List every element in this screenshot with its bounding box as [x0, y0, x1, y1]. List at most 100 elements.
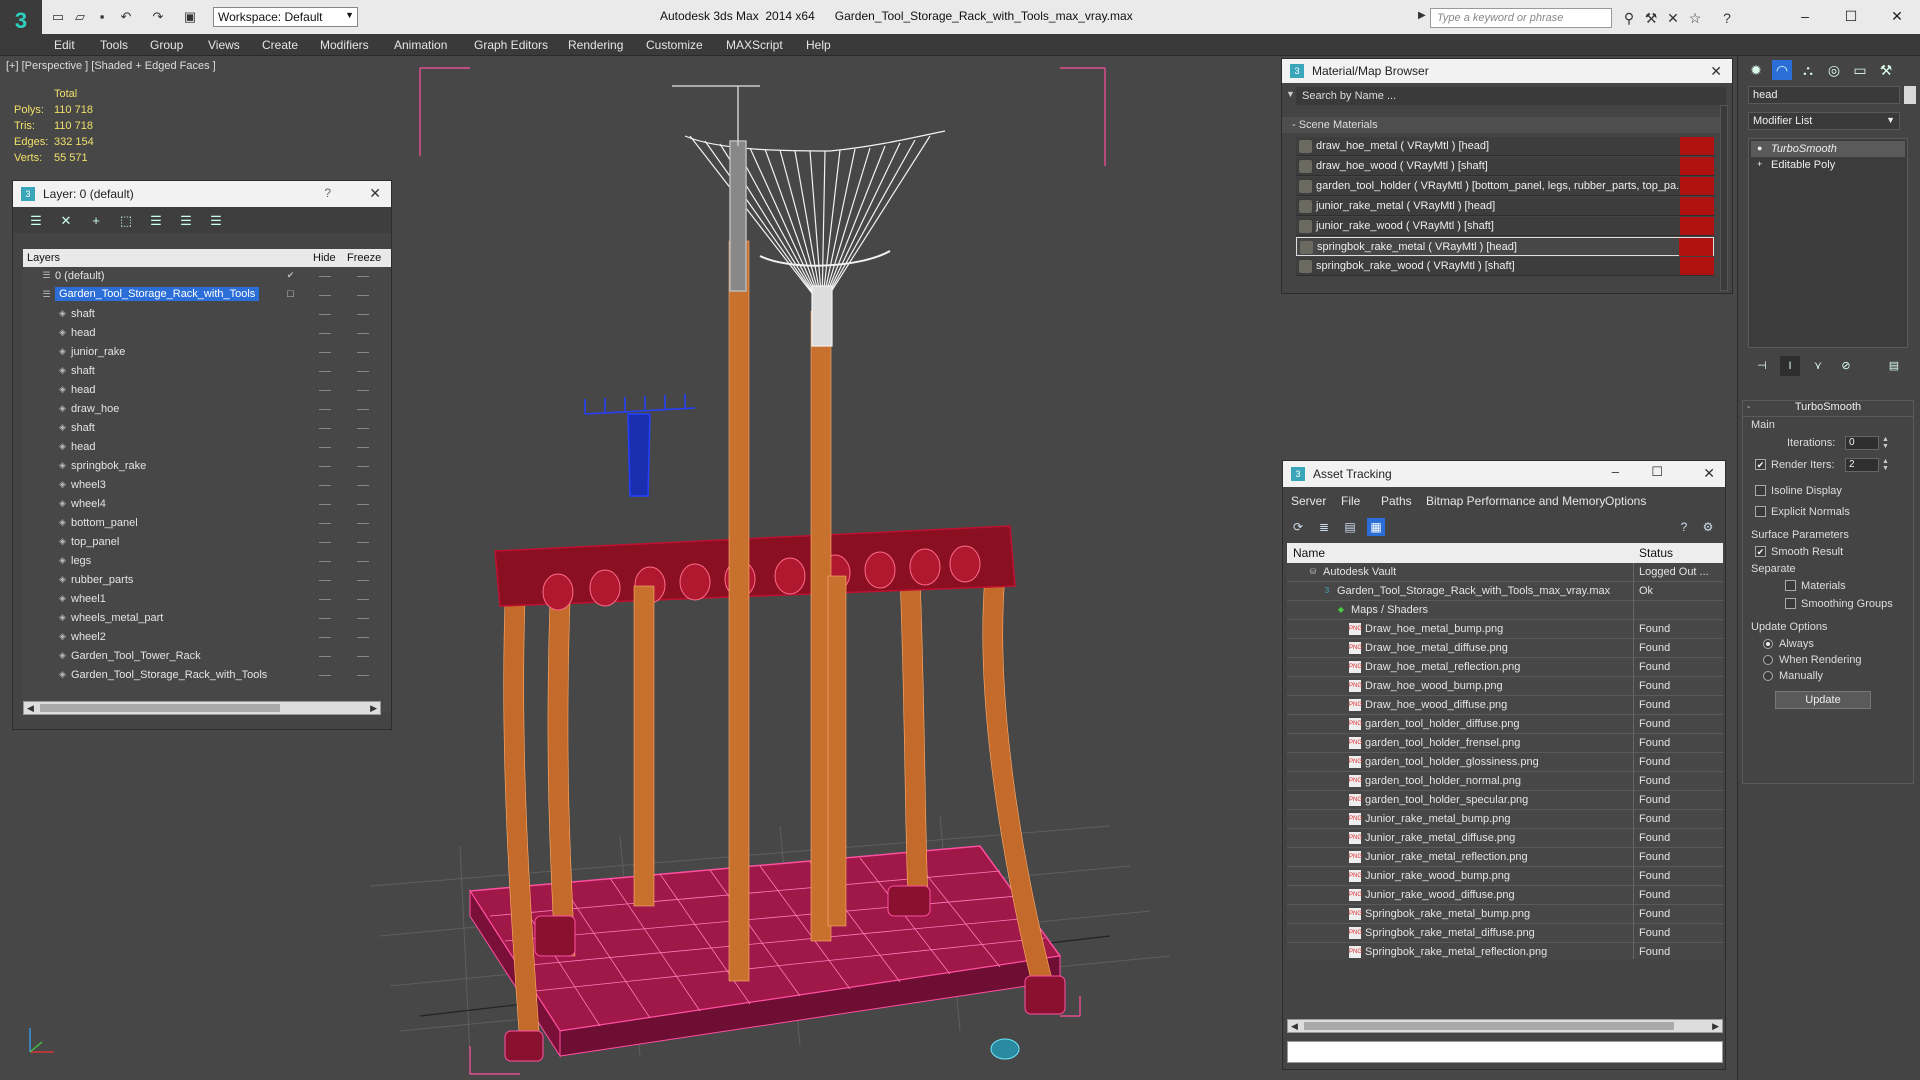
open-file-icon[interactable]: ▱ — [72, 9, 88, 25]
hide-toggle[interactable] — [319, 276, 331, 277]
asset-row[interactable]: PNG Junior_rake_metal_diffuse.png Found — [1287, 829, 1723, 848]
menu-graph-editors[interactable]: Graph Editors — [474, 38, 548, 52]
hide-toggle[interactable] — [319, 485, 331, 486]
layer-row[interactable]: ◈ head — [23, 381, 391, 400]
display-tab-icon[interactable]: ▭ — [1850, 60, 1870, 80]
scrollbar-thumb[interactable] — [40, 704, 280, 712]
layer-row[interactable]: ◈ legs — [23, 552, 391, 571]
create-tab-icon[interactable]: ✹ — [1746, 60, 1766, 80]
project-folder-icon[interactable]: ▣ — [182, 9, 198, 25]
freeze-toggle[interactable] — [357, 428, 369, 429]
asset-row[interactable]: PNG Draw_hoe_wood_bump.png Found — [1287, 677, 1723, 696]
freeze-all-layers-icon[interactable]: ☰ — [207, 212, 225, 230]
save-file-icon[interactable]: ▪ — [94, 9, 110, 25]
new-layer-icon[interactable]: ☰ — [27, 212, 45, 230]
menu-create[interactable]: Create — [262, 38, 298, 52]
object-name-field[interactable]: head — [1748, 86, 1900, 104]
object-color-swatch[interactable] — [1904, 86, 1916, 104]
freeze-toggle[interactable] — [357, 618, 369, 619]
show-end-result-icon[interactable]: I — [1780, 356, 1800, 376]
settings-icon[interactable]: ⚙ — [1699, 518, 1717, 536]
layer-row[interactable]: ◈ shaft — [23, 305, 391, 324]
hide-toggle[interactable] — [319, 561, 331, 562]
freeze-toggle[interactable] — [357, 276, 369, 277]
freeze-toggle[interactable] — [357, 314, 369, 315]
layer-row[interactable]: ◈ shaft — [23, 362, 391, 381]
isoline-display-checkbox[interactable] — [1755, 485, 1766, 496]
pin-stack-icon[interactable]: ⊣ — [1752, 356, 1772, 376]
hide-toggle[interactable] — [319, 504, 331, 505]
material-item[interactable]: junior_rake_metal ( VRayMtl ) [head] — [1296, 197, 1714, 216]
close-icon[interactable]: ✕ — [369, 185, 381, 202]
menu-help[interactable]: Help — [806, 38, 831, 52]
menu-views[interactable]: Views — [208, 38, 240, 52]
active-layer-check-icon[interactable]: ✔ — [285, 270, 296, 281]
minimize-icon[interactable]: – — [1612, 464, 1619, 479]
asset-menu-server[interactable]: Server — [1291, 494, 1326, 508]
spinner-arrows-icon[interactable]: ▲ ▼ — [1882, 436, 1889, 450]
binoculars-icon[interactable]: ⚲ — [1620, 9, 1638, 27]
layer-row[interactable]: ◈ wheel1 — [23, 590, 391, 609]
status-column-header[interactable]: Status — [1639, 546, 1673, 560]
asset-row[interactable]: PNG Junior_rake_metal_bump.png Found — [1287, 810, 1723, 829]
layer-row[interactable]: ◈ Garden_Tool_Tower_Rack — [23, 647, 391, 666]
hide-toggle[interactable] — [319, 409, 331, 410]
workspace-dropdown[interactable]: Workspace: Default ▼ — [213, 7, 358, 27]
make-unique-icon[interactable]: ⋎ — [1808, 356, 1828, 376]
freeze-toggle[interactable] — [357, 371, 369, 372]
asset-row[interactable]: PNG Springbok_rake_metal_diffuse.png Found — [1287, 924, 1723, 943]
scrollbar-thumb[interactable] — [1304, 1022, 1674, 1030]
layer-row[interactable]: ◈ Garden_Tool_Storage_Rack_with_Tools — [23, 666, 391, 685]
select-objects-icon[interactable]: ⬚ — [117, 212, 135, 230]
expand-icon[interactable]: + — [1757, 159, 1762, 169]
explicit-normals-checkbox[interactable] — [1755, 506, 1766, 517]
viewport-label[interactable]: [+] [Perspective ] [Shaded + Edged Faces… — [6, 60, 216, 72]
freeze-toggle[interactable] — [357, 637, 369, 638]
asset-row[interactable]: 3 Garden_Tool_Storage_Rack_with_Tools_max… — [1287, 582, 1723, 601]
asset-horizontal-scrollbar[interactable]: ◀ ▶ — [1287, 1019, 1723, 1033]
asset-row[interactable]: PNG garden_tool_holder_frensel.png Found — [1287, 734, 1723, 753]
refresh-icon[interactable]: ⟳ — [1289, 518, 1307, 536]
freeze-toggle[interactable] — [357, 675, 369, 676]
asset-row[interactable]: PNG Junior_rake_metal_reflection.png Found — [1287, 848, 1723, 867]
hide-toggle[interactable] — [319, 466, 331, 467]
iterations-spinner[interactable]: 0 — [1845, 436, 1879, 450]
layer-row[interactable]: ◈ draw_hoe — [23, 400, 391, 419]
hide-toggle[interactable] — [319, 333, 331, 334]
layer-row[interactable]: ◈ shaft — [23, 419, 391, 438]
menu-group[interactable]: Group — [150, 38, 183, 52]
modifier-list-dropdown[interactable]: Modifier List ▼ — [1748, 112, 1900, 130]
modify-tab-icon[interactable]: ◠ — [1772, 60, 1792, 80]
scroll-right-icon[interactable]: ▶ — [370, 702, 377, 714]
set-current-layer-icon[interactable]: ☐ — [285, 289, 296, 300]
asset-row[interactable]: PNG garden_tool_holder_glossiness.png Foun… — [1287, 753, 1723, 772]
layer-row[interactable]: ◈ wheel4 — [23, 495, 391, 514]
material-item[interactable]: springbok_rake_metal ( VRayMtl ) [head] — [1296, 237, 1714, 256]
maximize-icon[interactable]: ☐ — [1651, 464, 1663, 480]
material-item[interactable]: draw_hoe_metal ( VRayMtl ) [head] — [1296, 137, 1714, 156]
grid-view-icon[interactable]: ▦ — [1367, 518, 1385, 536]
stack-item-turbosmooth[interactable]: ● TurboSmooth — [1751, 141, 1905, 157]
hierarchy-tab-icon[interactable]: ⛬ — [1798, 60, 1818, 80]
asset-row[interactable]: PNG Draw_hoe_metal_reflection.png Found — [1287, 658, 1723, 677]
hide-toggle[interactable] — [319, 371, 331, 372]
menu-rendering[interactable]: Rendering — [568, 38, 623, 52]
hide-column-header[interactable]: Hide — [313, 252, 336, 264]
when-rendering-radio[interactable] — [1763, 655, 1773, 665]
freeze-toggle[interactable] — [357, 523, 369, 524]
name-column-header[interactable]: Name — [1293, 546, 1325, 560]
remove-modifier-icon[interactable]: ⊘ — [1836, 356, 1856, 376]
asset-path-field[interactable] — [1287, 1041, 1723, 1063]
favorites-star-icon[interactable]: ☆ — [1686, 9, 1704, 27]
undo-icon[interactable]: ↶ — [118, 9, 134, 25]
freeze-toggle[interactable] — [357, 504, 369, 505]
asset-row[interactable]: PNG garden_tool_holder_specular.png Found — [1287, 791, 1723, 810]
freeze-toggle[interactable] — [357, 333, 369, 334]
scroll-left-icon[interactable]: ◀ — [1291, 1020, 1298, 1032]
update-button[interactable]: Update — [1775, 691, 1871, 709]
asset-row[interactable]: PNG garden_tool_holder_normal.png Found — [1287, 772, 1723, 791]
stack-item-editable-poly[interactable]: + Editable Poly — [1751, 157, 1905, 173]
menu-modifiers[interactable]: Modifiers — [320, 38, 369, 52]
layer-panel-titlebar[interactable]: 3 Layer: 0 (default) ? ✕ — [13, 181, 391, 207]
asset-row[interactable]: PNG Draw_hoe_metal_bump.png Found — [1287, 620, 1723, 639]
